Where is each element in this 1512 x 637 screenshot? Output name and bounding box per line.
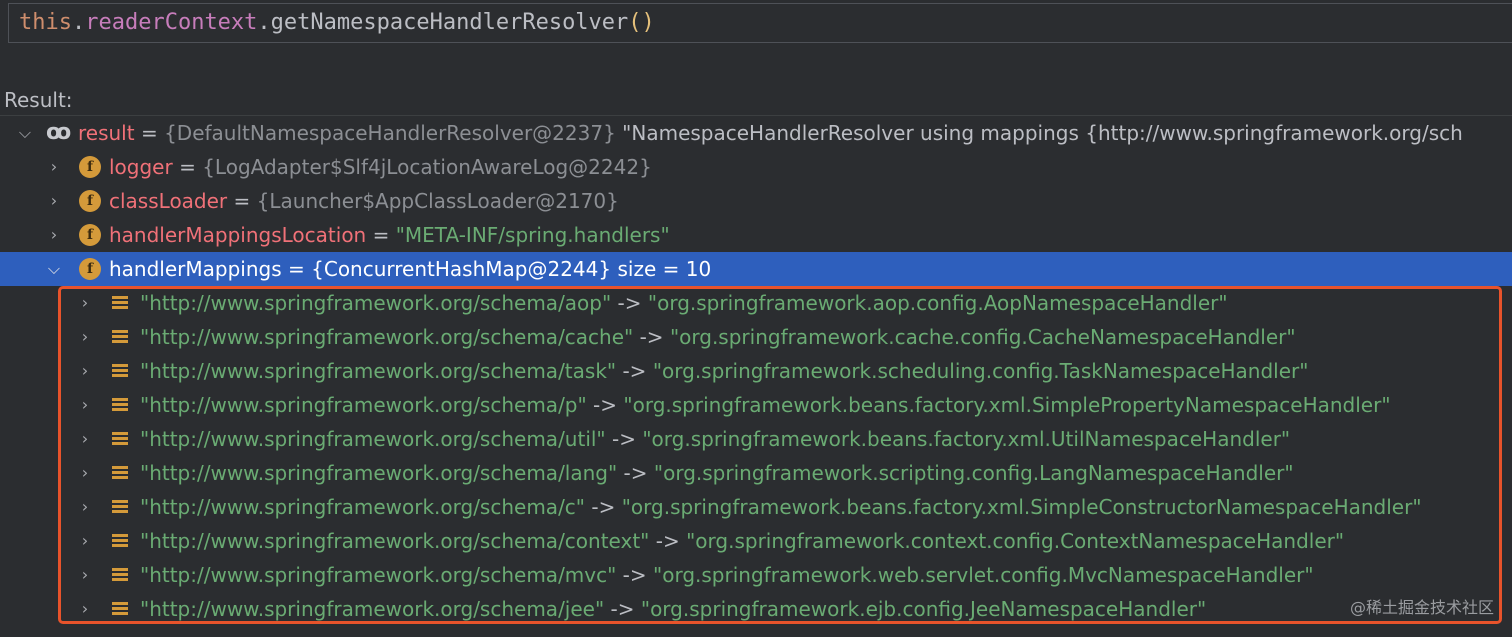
map-entry-row[interactable]: › "http://www.springframework.org/schema… (0, 320, 1512, 354)
map-entry-icon (112, 602, 128, 616)
map-entry-row[interactable]: › "http://www.springframework.org/schema… (0, 592, 1512, 626)
map-entry-icon (112, 432, 128, 446)
map-entry-row[interactable]: › "http://www.springframework.org/schema… (0, 490, 1512, 524)
variable-name: result (78, 121, 135, 145)
map-entry-icon (112, 330, 128, 344)
map-entry-icon (112, 296, 128, 310)
chevron-down-icon[interactable]: ⌵ (17, 116, 33, 150)
chevron-right-icon[interactable]: › (77, 490, 93, 524)
chevron-right-icon[interactable]: › (77, 320, 93, 354)
result-label: Result: (4, 88, 73, 112)
map-entry-row[interactable]: › "http://www.springframework.org/schema… (0, 354, 1512, 388)
result-tree[interactable]: ⌵ oo result = {DefaultNamespaceHandlerRe… (0, 115, 1512, 637)
chevron-right-icon[interactable]: › (46, 218, 62, 252)
object-ref: {DefaultNamespaceHandlerResolver@2237} (164, 121, 616, 145)
field-icon: f (79, 258, 101, 280)
glasses-icon: oo (46, 120, 71, 145)
size-label: size = 10 (611, 257, 712, 281)
chevron-down-icon[interactable]: ⌵ (46, 252, 62, 286)
chevron-right-icon[interactable]: › (46, 150, 62, 184)
parens: () (628, 10, 655, 35)
map-entry-row[interactable]: › "http://www.springframework.org/schema… (0, 422, 1512, 456)
map-entry-icon (112, 466, 128, 480)
chevron-right-icon[interactable]: › (46, 184, 62, 218)
map-entry-row[interactable]: › "http://www.springframework.org/schema… (0, 524, 1512, 558)
field-icon: f (79, 190, 101, 212)
tree-row-field[interactable]: › f logger = {LogAdapter$Slf4jLocationAw… (0, 150, 1512, 184)
tree-row-result[interactable]: ⌵ oo result = {DefaultNamespaceHandlerRe… (0, 116, 1512, 150)
chevron-right-icon[interactable]: › (77, 286, 93, 320)
chevron-right-icon[interactable]: › (77, 422, 93, 456)
watermark: @稀土掘金技术社区 (1349, 598, 1494, 617)
map-entry-icon (112, 568, 128, 582)
chevron-right-icon[interactable]: › (77, 388, 93, 422)
field-reference: readerContext (85, 10, 258, 35)
chevron-right-icon[interactable]: › (77, 558, 93, 592)
tree-row-field[interactable]: › f handlerMappingsLocation = "META-INF/… (0, 218, 1512, 252)
chevron-right-icon[interactable]: › (77, 354, 93, 388)
map-entry-icon (112, 398, 128, 412)
chevron-right-icon[interactable]: › (77, 456, 93, 490)
tree-row-handler-mappings[interactable]: ⌵ f handlerMappings = {ConcurrentHashMap… (0, 252, 1512, 286)
chevron-right-icon[interactable]: › (77, 592, 93, 626)
map-entry-icon (112, 364, 128, 378)
object-value: "NamespaceHandlerResolver using mappings… (615, 121, 1463, 145)
expression-input[interactable]: this.readerContext.getNamespaceHandlerRe… (8, 3, 1512, 43)
map-entry-row[interactable]: › "http://www.springframework.org/schema… (0, 558, 1512, 592)
map-entry-icon (112, 534, 128, 548)
map-entry-row[interactable]: › "http://www.springframework.org/schema… (0, 388, 1512, 422)
this-keyword: this (19, 10, 72, 35)
map-entry-icon (112, 500, 128, 514)
field-icon: f (79, 156, 101, 178)
tree-row-field[interactable]: › f classLoader = {Launcher$AppClassLoad… (0, 184, 1512, 218)
map-entry-row[interactable]: › "http://www.springframework.org/schema… (0, 286, 1512, 320)
map-entry-row[interactable]: › "http://www.springframework.org/schema… (0, 456, 1512, 490)
field-icon: f (79, 224, 101, 246)
method-call: getNamespaceHandlerResolver (270, 10, 629, 35)
chevron-right-icon[interactable]: › (77, 524, 93, 558)
